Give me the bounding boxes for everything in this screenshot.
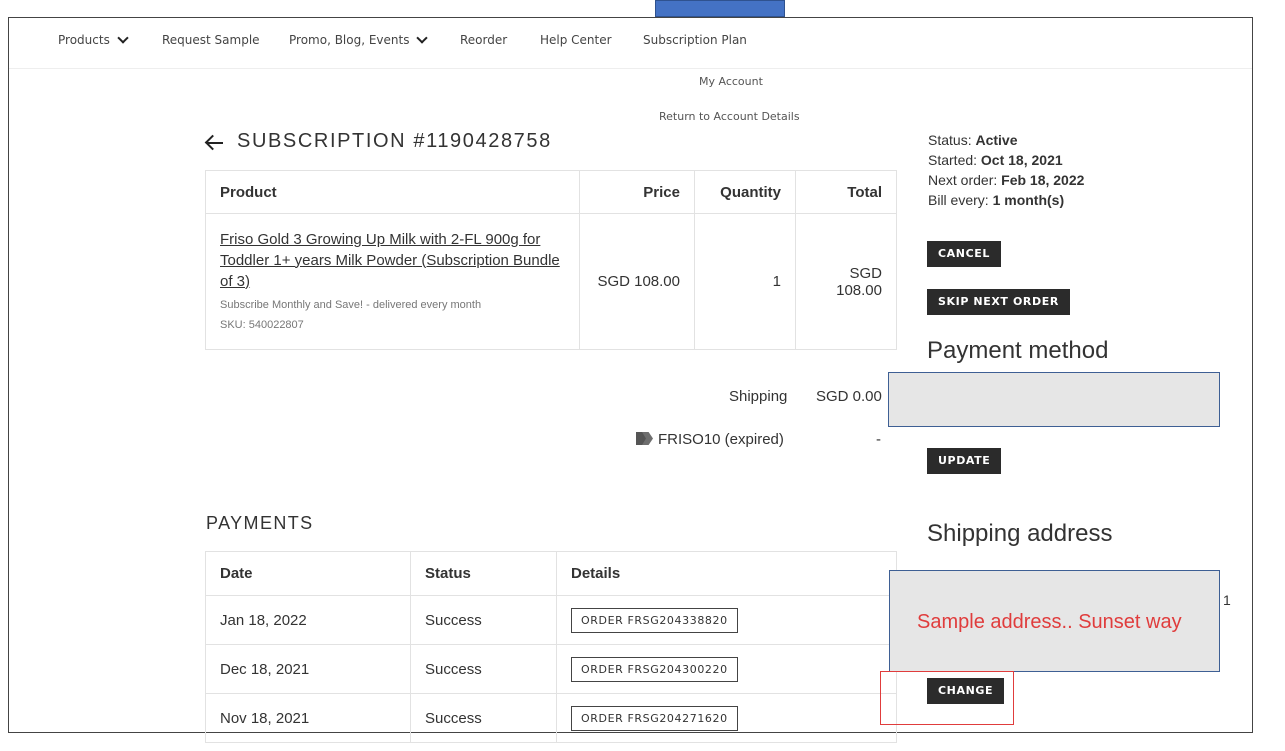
payment-method-heading: Payment method <box>927 337 1109 364</box>
payment-status: Success <box>410 644 557 694</box>
top-blue-tab <box>655 0 785 17</box>
product-cell: Friso Gold 3 Growing Up Milk with 2-FL 9… <box>205 213 580 350</box>
col-product: Product <box>205 170 580 214</box>
nav-request-sample-label: Request Sample <box>162 33 260 47</box>
next-order-line: Next order: Feb 18, 2022 <box>928 170 1084 190</box>
payments-header: Date Status Details <box>205 551 897 596</box>
page-title: SUBSCRIPTION #1190428758 <box>237 130 552 152</box>
payment-details: ORDER FRSG204338820 <box>556 595 897 645</box>
change-address-button[interactable]: CHANGE <box>927 678 1005 704</box>
bill-every-value: 1 month(s) <box>992 192 1065 208</box>
nav-request-sample[interactable]: Request Sample <box>162 33 260 47</box>
update-button[interactable]: UPDATE <box>927 448 1002 474</box>
status-line: Status: Active <box>928 130 1084 150</box>
product-name-link[interactable]: Friso Gold 3 Growing Up Milk with 2-FL 9… <box>220 229 565 292</box>
nav-promo-label: Promo, Blog, Events <box>289 33 410 47</box>
chevron-down-icon <box>416 32 429 44</box>
coupon-line: FRISO10 (expired) <box>636 431 784 448</box>
status-badge: Active <box>975 132 1018 148</box>
chevron-down-icon <box>117 32 129 44</box>
tags-icon <box>636 432 654 445</box>
nav-help-center-label: Help Center <box>540 33 612 47</box>
started-line: Started: Oct 18, 2021 <box>928 150 1084 170</box>
coupon-code: FRISO10 (expired) <box>658 431 784 448</box>
payment-details: ORDER FRSG204271620 <box>556 693 897 743</box>
bill-every-label: Bill every: <box>928 192 989 208</box>
nav-subscription-plan-label: Subscription Plan <box>643 33 747 47</box>
payment-status: Success <box>410 595 557 645</box>
nav-subscription-plan[interactable]: Subscription Plan <box>643 33 747 47</box>
product-total: SGD 108.00 <box>795 213 897 350</box>
shipping-address-box: Sample address.. Sunset way <box>889 570 1220 672</box>
top-nav: Products Request Sample Promo, Blog, Eve… <box>9 18 1252 69</box>
product-quantity: 1 <box>694 213 796 350</box>
payment-date: Jan 18, 2022 <box>205 595 411 645</box>
col-details: Details <box>556 551 897 596</box>
nav-reorder-label: Reorder <box>460 33 508 47</box>
address-overflow-text: 1 <box>1223 592 1231 608</box>
table-row: Nov 18, 2021 Success ORDER FRSG204271620 <box>205 693 897 743</box>
col-quantity: Quantity <box>694 170 796 214</box>
payments-title: PAYMENTS <box>206 513 314 533</box>
shipping-address-heading: Shipping address <box>927 520 1113 547</box>
started-label: Started: <box>928 152 978 168</box>
next-order-label: Next order: <box>928 172 998 188</box>
order-button[interactable]: ORDER FRSG204271620 <box>571 705 738 731</box>
nav-help-center[interactable]: Help Center <box>540 33 612 47</box>
payment-status: Success <box>410 693 557 743</box>
col-date: Date <box>205 551 411 596</box>
subscription-header: SUBSCRIPTION #1190428758 <box>205 130 552 153</box>
table-row: Dec 18, 2021 Success ORDER FRSG204300220 <box>205 644 897 694</box>
product-row: Friso Gold 3 Growing Up Milk with 2-FL 9… <box>205 213 897 350</box>
order-button[interactable]: ORDER FRSG204338820 <box>571 607 738 633</box>
status-label: Status: <box>928 132 972 148</box>
col-price: Price <box>579 170 695 214</box>
bill-every-line: Bill every: 1 month(s) <box>928 190 1084 210</box>
cancel-button[interactable]: CANCEL <box>927 241 1001 267</box>
subscription-summary: Status: Active Started: Oct 18, 2021 Nex… <box>928 130 1084 210</box>
my-account-link[interactable]: My Account <box>699 75 763 88</box>
next-order-value: Feb 18, 2022 <box>1001 172 1085 188</box>
product-plan: Subscribe Monthly and Save! - delivered … <box>220 298 482 311</box>
payment-details: ORDER FRSG204300220 <box>556 644 897 694</box>
product-table-header: Product Price Quantity Total <box>205 170 897 214</box>
product-sku: SKU: 540022807 <box>220 318 304 331</box>
col-total: Total <box>795 170 897 214</box>
return-account-link[interactable]: Return to Account Details <box>659 110 800 123</box>
col-status: Status <box>410 551 557 596</box>
product-table: Product Price Quantity Total Friso Gold … <box>205 170 897 350</box>
shipping-label: Shipping <box>729 388 788 405</box>
nav-products-label: Products <box>58 33 110 47</box>
table-row: Jan 18, 2022 Success ORDER FRSG204338820 <box>205 595 897 645</box>
payment-date: Nov 18, 2021 <box>205 693 411 743</box>
started-value: Oct 18, 2021 <box>980 152 1063 168</box>
nav-promo-blog-events[interactable]: Promo, Blog, Events <box>289 32 429 47</box>
payments-table: Date Status Details Jan 18, 2022 Success… <box>205 551 897 743</box>
coupon-value: - <box>876 431 881 448</box>
skip-next-order-button[interactable]: SKIP NEXT ORDER <box>927 289 1070 315</box>
payment-date: Dec 18, 2021 <box>205 644 411 694</box>
address-text: Sample address.. Sunset way <box>917 611 1182 633</box>
product-price: SGD 108.00 <box>579 213 695 350</box>
order-button[interactable]: ORDER FRSG204300220 <box>571 656 738 682</box>
back-arrow-icon[interactable] <box>205 134 227 150</box>
nav-products[interactable]: Products <box>58 32 129 47</box>
nav-reorder[interactable]: Reorder <box>460 33 507 47</box>
payment-method-box <box>888 372 1220 427</box>
shipping-value: SGD 0.00 <box>816 388 882 405</box>
